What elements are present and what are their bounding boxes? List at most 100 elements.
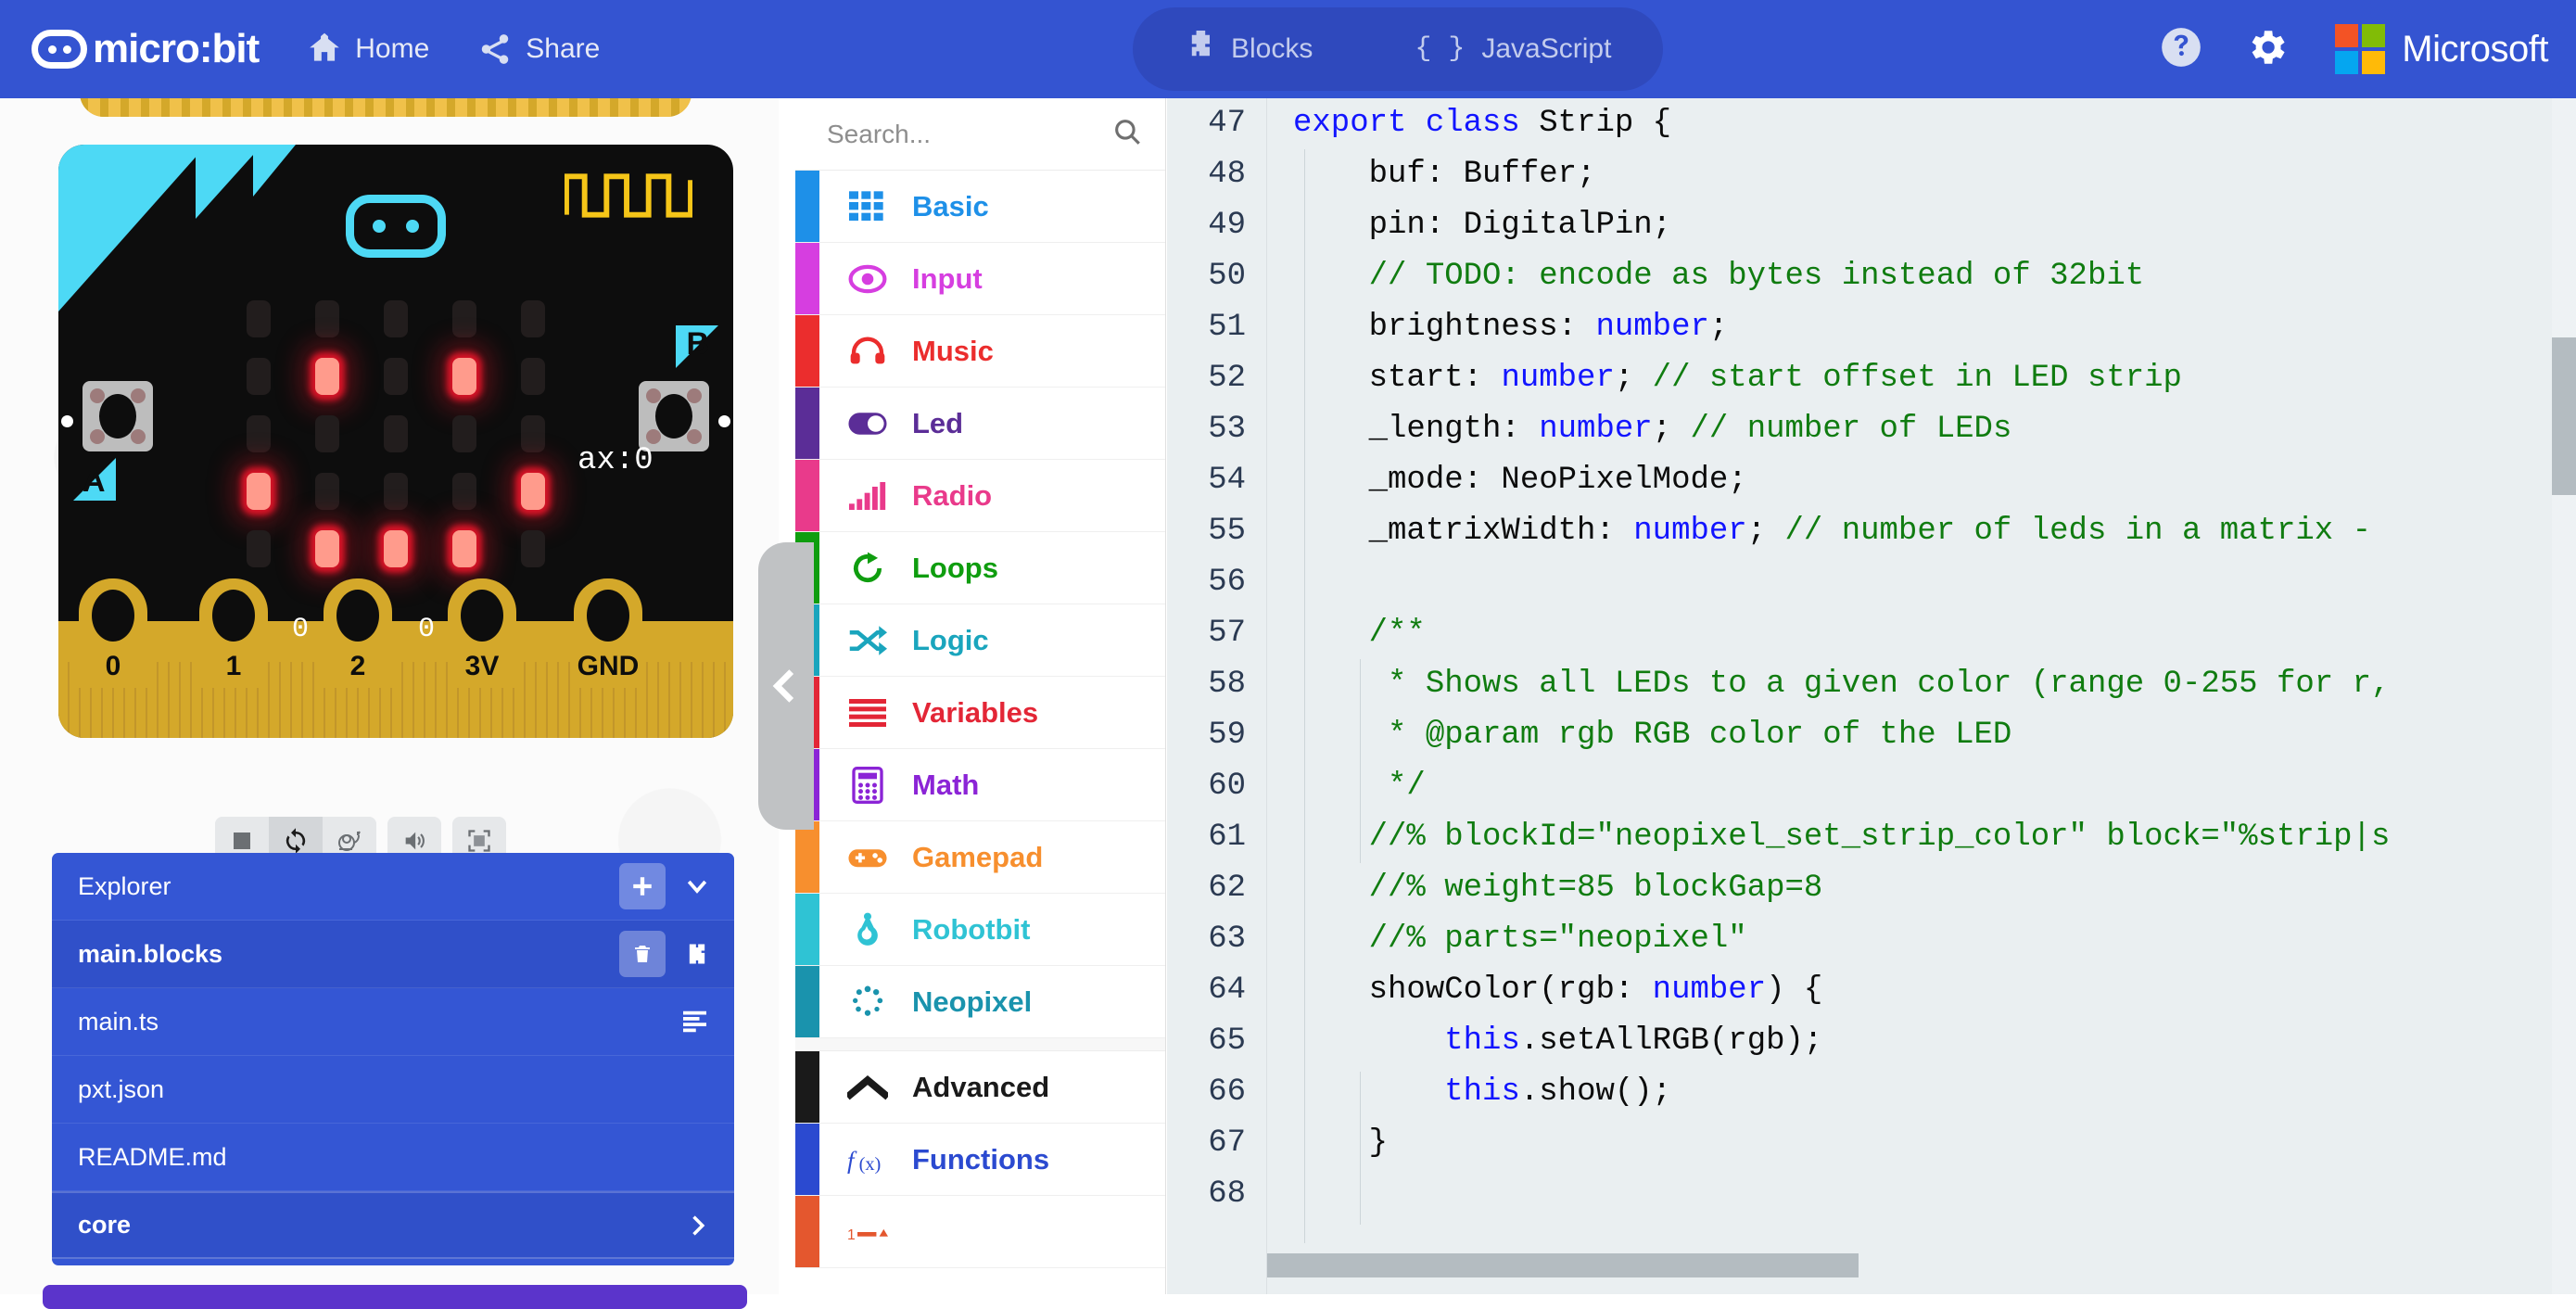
tab-javascript[interactable]: { } JavaScript — [1415, 33, 1611, 65]
led-3-4[interactable] — [521, 473, 545, 510]
code-editor[interactable]: 47 48 49 50 51 52 53 54 55 56 57 58 59 60 61 62 63 64 65 66… — [1167, 98, 2576, 1294]
toolbox-category-variables[interactable]: Variables — [795, 677, 1165, 749]
pin-gnd[interactable]: GND — [574, 578, 642, 688]
button-a[interactable] — [82, 381, 153, 451]
delete-file-button[interactable] — [619, 931, 666, 977]
pin-3v[interactable]: 3V — [448, 578, 516, 688]
code-line[interactable] — [1267, 557, 2576, 608]
led-2-1[interactable] — [315, 415, 339, 452]
led-1-4[interactable] — [521, 358, 545, 395]
toolbox-category-input[interactable]: Input — [795, 243, 1165, 315]
pin-0[interactable]: 0 — [79, 578, 147, 688]
led-0-2[interactable] — [384, 300, 408, 337]
share-button[interactable]: Share — [477, 32, 600, 67]
led-0-1[interactable] — [315, 300, 339, 337]
microsoft-logo[interactable]: Microsoft — [2335, 24, 2548, 74]
led-3-2[interactable] — [384, 473, 408, 510]
code-line[interactable]: pin: DigitalPin; — [1267, 200, 2576, 251]
code-line[interactable]: start: number; // start offset in LED st… — [1267, 353, 2576, 404]
code-line[interactable]: showColor(rgb: number) { — [1267, 965, 2576, 1016]
explorer-item-readme[interactable]: README.md — [52, 1124, 734, 1191]
code-line[interactable]: } — [1267, 1118, 2576, 1169]
settings-button[interactable] — [2224, 0, 2309, 98]
help-button[interactable] — [2138, 0, 2224, 98]
led-3-1[interactable] — [315, 473, 339, 510]
toolbox-category-arrays-1[interactable]: 1 — [795, 1196, 1165, 1268]
add-file-button[interactable] — [619, 863, 666, 909]
toolbox-category-led[interactable]: Led — [795, 388, 1165, 460]
explorer-item-main-blocks[interactable]: main.blocks — [52, 921, 734, 988]
led-1-2[interactable] — [384, 358, 408, 395]
code-line[interactable]: this.setAllRGB(rgb); — [1267, 1016, 2576, 1067]
led-0-3[interactable] — [452, 300, 476, 337]
led-2-4[interactable] — [521, 415, 545, 452]
code-line[interactable]: //% parts="neopixel" — [1267, 914, 2576, 965]
pin-2[interactable]: 2 — [324, 578, 392, 688]
lines-icon[interactable] — [680, 1005, 714, 1038]
led-2-3[interactable] — [452, 415, 476, 452]
search-icon[interactable] — [1111, 116, 1143, 152]
toolbox-category-advanced[interactable]: Advanced — [795, 1051, 1165, 1124]
led-2-2[interactable] — [384, 415, 408, 452]
led-4-3[interactable] — [452, 530, 476, 567]
toolbox-collapse-handle[interactable] — [758, 542, 814, 830]
led-1-1[interactable] — [315, 358, 339, 395]
code-line[interactable]: export class Strip { — [1267, 98, 2576, 149]
toolbox-category-music[interactable]: Music — [795, 315, 1165, 388]
led-4-4[interactable] — [521, 530, 545, 567]
toolbox-category-loops[interactable]: Loops — [795, 532, 1165, 604]
editor-horizontal-scrollbar-thumb[interactable] — [1267, 1253, 1859, 1277]
led-1-0[interactable] — [247, 358, 271, 395]
button-b[interactable] — [639, 381, 709, 451]
code-line[interactable]: buf: Buffer; — [1267, 149, 2576, 200]
led-3-0[interactable] — [247, 473, 271, 510]
microbit-logo-button[interactable] — [346, 195, 446, 258]
editor-vertical-scrollbar-track[interactable] — [2552, 98, 2576, 1294]
led-1-3[interactable] — [452, 358, 476, 395]
microbit-simulator-board[interactable]: A B ax:0 0 1 2 3V GND 0 0 — [58, 145, 733, 738]
explorer-item-core[interactable]: core — [52, 1191, 734, 1259]
toolbox-category-logic[interactable]: Logic — [795, 604, 1165, 677]
toolbox-category-radio[interactable]: Radio — [795, 460, 1165, 532]
code-line[interactable]: _length: number; // number of LEDs — [1267, 404, 2576, 455]
toolbox-search[interactable]: Search... — [795, 98, 1165, 171]
editor-code-area[interactable]: export class Strip { buf: Buffer; pin: D… — [1267, 98, 2576, 1294]
collapse-explorer-button[interactable] — [680, 870, 714, 903]
code-line[interactable] — [1267, 1169, 2576, 1220]
microbit-logo[interactable]: micro:bit — [32, 29, 260, 70]
toolbox-category-gamepad[interactable]: Gamepad — [795, 821, 1165, 894]
toolbox-category-math[interactable]: Math — [795, 749, 1165, 821]
led-3-3[interactable] — [452, 473, 476, 510]
led-4-1[interactable] — [315, 530, 339, 567]
explorer-item-pxt-json[interactable]: pxt.json — [52, 1056, 734, 1124]
chevron-right-icon[interactable] — [680, 1209, 714, 1242]
code-line[interactable]: */ — [1267, 761, 2576, 812]
code-line[interactable]: // TODO: encode as bytes instead of 32bi… — [1267, 251, 2576, 302]
editor-vertical-scrollbar-thumb[interactable] — [2552, 337, 2576, 495]
code-line[interactable]: brightness: number; — [1267, 302, 2576, 353]
code-line[interactable]: //% blockId="neopixel_set_strip_color" b… — [1267, 812, 2576, 863]
toolbox-category-robotbit[interactable]: Robotbit — [795, 894, 1165, 966]
tab-blocks[interactable]: Blocks — [1190, 31, 1313, 68]
toolbox-category-basic[interactable]: Basic — [795, 171, 1165, 243]
home-button[interactable]: Home — [307, 32, 429, 67]
code-line[interactable]: //% weight=85 blockGap=8 — [1267, 863, 2576, 914]
pin-1[interactable]: 1 — [199, 578, 268, 688]
explorer-item-main-ts[interactable]: main.ts — [52, 988, 734, 1056]
line-number: 66 — [1208, 1074, 1246, 1110]
led-4-0[interactable] — [247, 530, 271, 567]
led-0-0[interactable] — [247, 300, 271, 337]
led-matrix[interactable] — [247, 300, 545, 567]
code-line[interactable]: this.show(); — [1267, 1067, 2576, 1118]
led-2-0[interactable] — [247, 415, 271, 452]
code-line[interactable]: /** — [1267, 608, 2576, 659]
code-line[interactable]: * @param rgb RGB color of the LED — [1267, 710, 2576, 761]
led-0-4[interactable] — [521, 300, 545, 337]
code-line[interactable]: _matrixWidth: number; // number of leds … — [1267, 506, 2576, 557]
code-line[interactable]: * Shows all LEDs to a given color (range… — [1267, 659, 2576, 710]
led-4-2[interactable] — [384, 530, 408, 567]
toolbox-category-neopixel[interactable]: Neopixel — [795, 966, 1165, 1038]
code-line[interactable]: _mode: NeoPixelMode; — [1267, 455, 2576, 506]
blocks-file-icon[interactable] — [680, 937, 714, 971]
toolbox-category-functions[interactable]: f (x) Functions — [795, 1124, 1165, 1196]
